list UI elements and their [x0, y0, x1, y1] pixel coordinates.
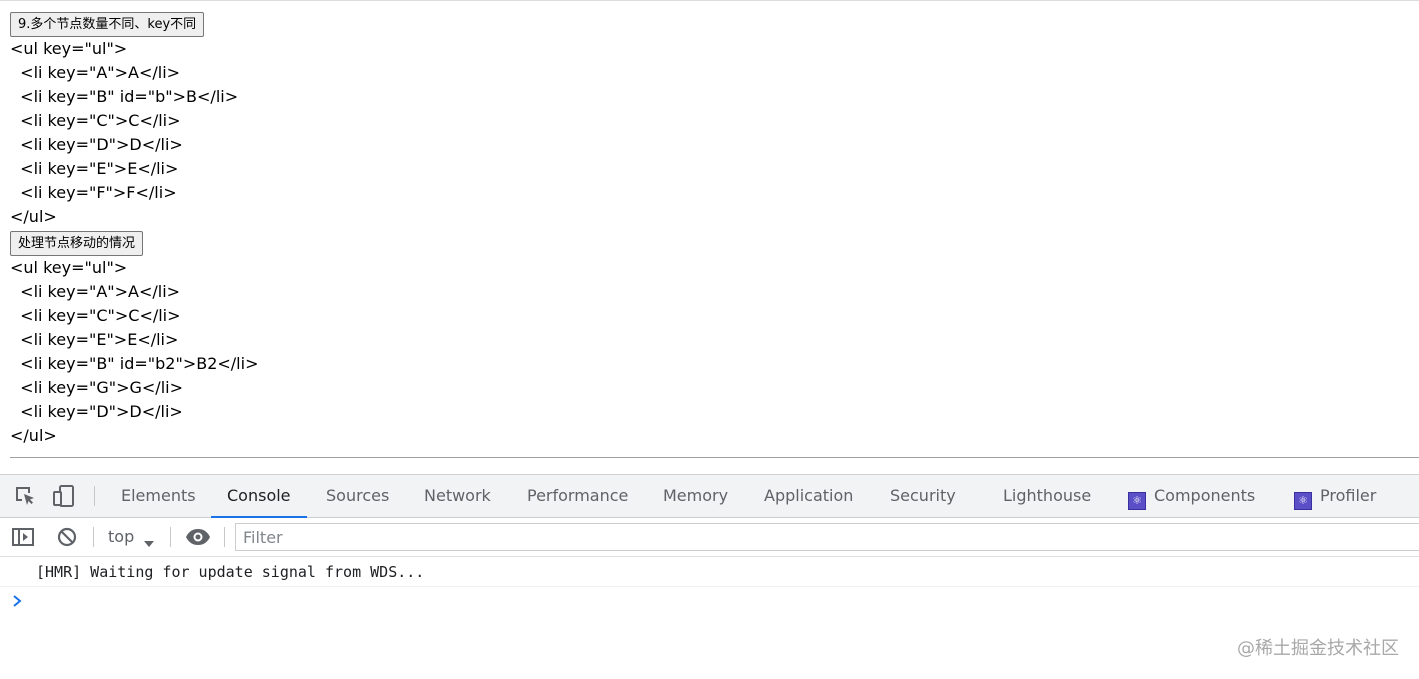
horizontal-rule [10, 457, 1419, 458]
console-toolbar: top [0, 518, 1419, 557]
code-line: <ul key="ul"> [10, 258, 128, 277]
code-line: <li key="A">A</li> [10, 63, 181, 82]
devtools-panel: Elements Console Sources Network Perform… [0, 474, 1419, 679]
tab-profiler-label: Profiler [1320, 486, 1377, 505]
clear-console-icon[interactable] [55, 525, 79, 549]
code-line: <li key="D">D</li> [10, 402, 183, 421]
code-line: <li key="G">G</li> [10, 378, 183, 397]
ul-markup-before: <ul key="ul"> <li key="A">A</li> <li key… [10, 37, 1410, 229]
tab-profiler[interactable]: ⚛ Profiler [1294, 475, 1376, 517]
tab-console[interactable]: Console [211, 475, 306, 518]
tab-memory[interactable]: Memory [663, 475, 728, 517]
tab-components-label: Components [1154, 486, 1256, 505]
code-line: <li key="D">D</li> [10, 135, 183, 154]
tab-application[interactable]: Application [764, 475, 853, 517]
inspect-element-icon[interactable] [13, 484, 37, 508]
code-line: <li key="E">E</li> [10, 330, 179, 349]
console-message: [HMR] Waiting for update signal from WDS… [0, 557, 1419, 587]
sidebar-toggle-icon[interactable] [11, 525, 35, 549]
code-line: <li key="F">F</li> [10, 183, 177, 202]
toolbar-divider [170, 527, 171, 547]
top-border [0, 0, 1419, 1]
devtools-tab-bar: Elements Console Sources Network Perform… [0, 475, 1419, 518]
react-icon: ⚛ [1294, 492, 1312, 510]
tab-performance[interactable]: Performance [527, 475, 628, 517]
code-line: <li key="C">C</li> [10, 111, 181, 130]
context-selector[interactable]: top [108, 518, 134, 556]
code-line: <li key="B" id="b">B</li> [10, 87, 239, 106]
tab-components[interactable]: ⚛ Components [1128, 475, 1255, 517]
tab-divider [94, 486, 95, 506]
code-line: <li key="E">E</li> [10, 159, 179, 178]
toolbar-divider [224, 527, 225, 547]
tab-sources[interactable]: Sources [326, 475, 389, 517]
handle-node-move-button[interactable]: 处理节点移动的情况 [10, 231, 144, 256]
code-line: <li key="C">C</li> [10, 306, 181, 325]
filter-input[interactable] [235, 523, 1419, 551]
react-icon: ⚛ [1128, 492, 1146, 510]
tab-elements[interactable]: Elements [121, 475, 196, 517]
tab-network[interactable]: Network [424, 475, 491, 517]
ul-markup-after: <ul key="ul"> <li key="A">A</li> <li key… [10, 256, 1410, 448]
chevron-down-icon[interactable] [143, 533, 155, 552]
console-prompt-icon[interactable] [11, 593, 25, 607]
code-line: </ul> [10, 426, 57, 445]
code-line: </ul> [10, 207, 57, 226]
eye-icon[interactable] [185, 525, 210, 549]
toolbar-divider [93, 527, 94, 547]
code-line: <li key="B" id="b2">B2</li> [10, 354, 259, 373]
page-content: 9.多个节点数量不同、key不同 <ul key="ul"> <li key="… [10, 12, 1410, 448]
device-toolbar-icon[interactable] [52, 484, 76, 508]
console-message-text: [HMR] Waiting for update signal from WDS… [36, 563, 425, 581]
code-line: <ul key="ul"> [10, 39, 128, 58]
diff-multi-nodes-button[interactable]: 9.多个节点数量不同、key不同 [10, 12, 205, 37]
code-line: <li key="A">A</li> [10, 282, 181, 301]
tab-lighthouse[interactable]: Lighthouse [1003, 475, 1091, 517]
tab-security[interactable]: Security [890, 475, 956, 517]
watermark: @稀土掘金技术社区 [1237, 638, 1399, 659]
